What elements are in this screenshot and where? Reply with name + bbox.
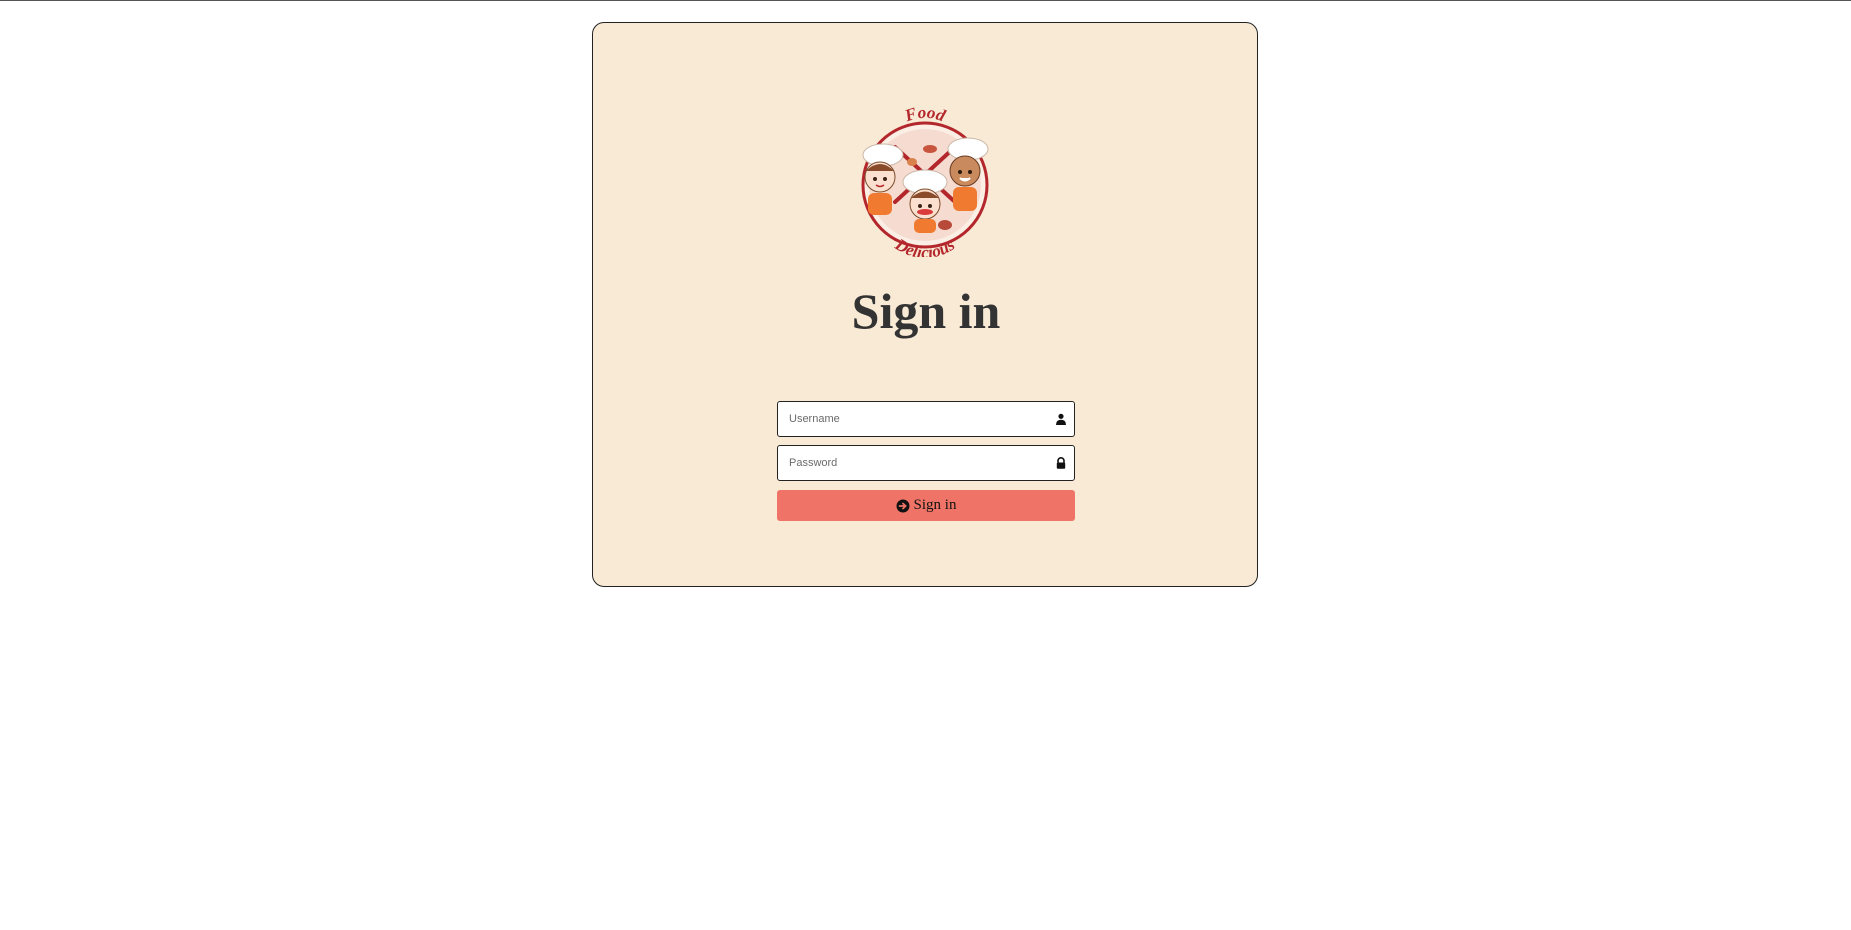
password-input[interactable] (778, 446, 1074, 480)
password-field (777, 445, 1075, 481)
arrow-circle-right-icon (896, 499, 910, 512)
sign-in-button-label: Sign in (913, 497, 957, 513)
top-border (0, 0, 1851, 1)
username-field (777, 401, 1075, 437)
food-delicious-logo: Food Delicious (861, 107, 989, 257)
lock-icon (1056, 457, 1066, 469)
user-icon (1056, 413, 1066, 425)
page-title: Sign in (851, 283, 1001, 339)
sign-in-button[interactable]: Sign in (777, 490, 1075, 521)
username-input[interactable] (778, 402, 1074, 436)
sign-in-card: Food Delicious Sign in Sign in (592, 22, 1258, 587)
